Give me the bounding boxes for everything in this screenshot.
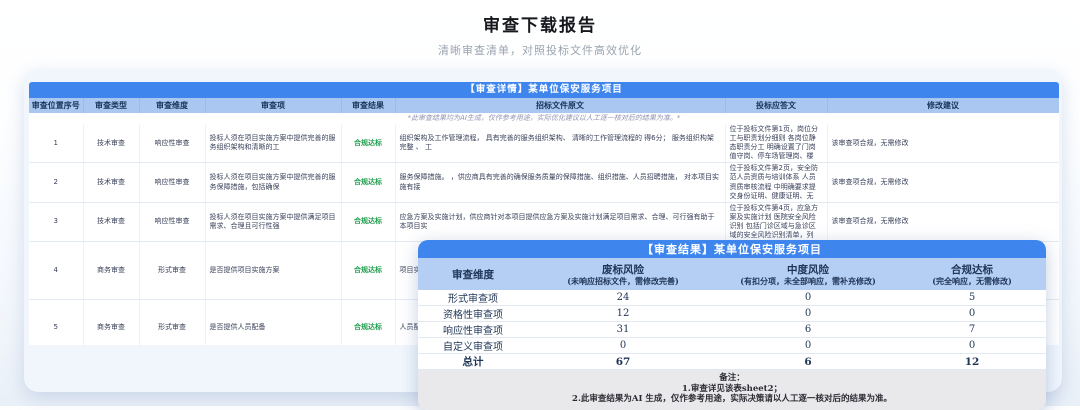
result-row: 资格性审查项 12 0 0 bbox=[418, 305, 1046, 322]
result-notes: 备注： 1.审查详见该表sheet2； 2.此审查结果为AI 生成，仅作参考用途… bbox=[418, 370, 1046, 410]
col-header-mid-risk: 中度风险 (有扣分项，未全部响应，需补充修改) bbox=[718, 258, 898, 290]
col-header-compliant-label: 合规达标 bbox=[951, 263, 993, 276]
cell-mid-risk-count: 6 bbox=[718, 353, 898, 370]
cell-review-type: 商务审查 bbox=[83, 299, 140, 345]
cell-dimension: 资格性审查项 bbox=[418, 305, 528, 322]
cell-review-item: 投标人须在项目实施方案中提供满足项目需求、合理且可行性强 bbox=[205, 202, 342, 243]
cell-review-type: 商务审查 bbox=[83, 241, 140, 300]
cell-bid-response: 位于投标文件第4页，应急方案及实施计划 医院安全风险识别 包括门诊区域与急诊区域… bbox=[725, 202, 828, 243]
cell-dimension: 形式审查项 bbox=[418, 290, 528, 306]
cell-review-result: 合规达标 bbox=[341, 124, 396, 164]
cell-tender-source: 应急方案及实施计划，供应商针对本项目提供应急方案及实施计划满足项目需求、合理、可… bbox=[395, 202, 726, 243]
page-subtitle: 清晰审查清单，对照投标文件高效优化 bbox=[438, 44, 642, 57]
details-table-title: 【审查详情】某单位保安服务项目 bbox=[29, 82, 1059, 98]
col-header-dimension-label: 审查维度 bbox=[452, 268, 494, 281]
col-header-seq: 审查位置序号 bbox=[29, 98, 84, 113]
result-row: 形式审查项 24 0 5 bbox=[418, 290, 1046, 306]
col-header-mid-risk-label: 中度风险 bbox=[787, 263, 829, 276]
cell-bid-response: 位于投标文件第2页，安全防范人员资质与培训体系 人员资质审核流程 中明确要求提交… bbox=[725, 162, 828, 203]
result-note-2: 2.此审查结果为AI 生成，仅作参考用途，实际决策请以人工逐一核对后的结果为准。 bbox=[572, 394, 892, 405]
cell-advice: 该审查项合规，无需修改 bbox=[827, 124, 1059, 164]
cell-compliant-count: 0 bbox=[898, 337, 1046, 354]
cell-review-result: 合规达标 bbox=[341, 162, 396, 203]
cell-tender-source: 服务保障措施。 ，供应商具有完善的确保服务质量的保障措施、组织措施、人员招聘措施… bbox=[395, 162, 726, 203]
col-header-review-item: 审查项 bbox=[205, 98, 342, 113]
cell-review-result: 合规达标 bbox=[341, 299, 396, 345]
ai-disclaimer-text: *此审查结果均为AI生成，仅作参考用途，实际优化建议以人工逐一核对后的结果为准。… bbox=[29, 113, 1059, 124]
result-note-1: 1.审查详见该表sheet2； bbox=[682, 383, 782, 394]
cell-review-item: 投标人须在项目实施方案中提供完善的服务保障措施，包括确保 bbox=[205, 162, 342, 203]
table-row: 3 技术审查 响应性审查 投标人须在项目实施方案中提供满足项目需求、合理且可行性… bbox=[29, 202, 1059, 243]
cell-advice: 该审查项合规，无需修改 bbox=[827, 162, 1059, 203]
cell-bid-response: 位于投标文件第1页，岗位分工与职责划分细则 各岗位静态职责分工 明确设置了门岗值… bbox=[725, 124, 828, 164]
cell-dimension: 自定义审查项 bbox=[418, 337, 528, 354]
col-header-compliant-sub: (完全响应，无需修改) bbox=[932, 275, 1012, 286]
col-header-tender-source: 招标文件原文 bbox=[395, 98, 726, 113]
table-row: 1 技术审查 响应性审查 投标人须在项目实施方案中提供完善的服务组织架构和清晰的… bbox=[29, 124, 1059, 164]
cell-review-result: 合规达标 bbox=[341, 202, 396, 243]
cell-seq: 5 bbox=[29, 299, 84, 345]
cell-review-type: 技术审查 bbox=[83, 162, 140, 203]
col-header-review-type: 审查类型 bbox=[83, 98, 140, 113]
cell-seq: 3 bbox=[29, 202, 84, 243]
cell-fail-risk-count: 24 bbox=[528, 290, 718, 306]
page-header: 审查下载报告 清晰审查清单，对照投标文件高效优化 bbox=[0, 0, 1080, 58]
page-title: 审查下载报告 bbox=[483, 16, 597, 36]
cell-fail-risk-count: 31 bbox=[528, 321, 718, 338]
cell-review-dimension: 响应性审查 bbox=[139, 162, 206, 203]
ai-disclaimer-row: *此审查结果均为AI生成，仅作参考用途，实际优化建议以人工逐一核对后的结果为准。… bbox=[29, 113, 1059, 124]
cell-compliant-count: 0 bbox=[898, 305, 1046, 322]
table-row: 2 技术审查 响应性审查 投标人须在项目实施方案中提供完善的服务保障措施，包括确… bbox=[29, 162, 1059, 203]
cell-review-result: 合规达标 bbox=[341, 241, 396, 300]
col-header-bid-response: 投标应答文 bbox=[725, 98, 828, 113]
cell-dimension: 响应性审查项 bbox=[418, 321, 528, 338]
col-header-fail-risk: 废标风险 (未响应招标文件，需修改完善) bbox=[528, 258, 718, 290]
cell-seq: 4 bbox=[29, 241, 84, 300]
cell-dimension: 总计 bbox=[418, 353, 528, 370]
cell-tender-source: 组织架构及工作管理流程， 具有完善的服务组织架构、 清晰的工作管理流程的 得6分… bbox=[395, 124, 726, 164]
cell-advice: 该审查项合规，无需修改 bbox=[827, 202, 1059, 243]
cell-mid-risk-count: 0 bbox=[718, 305, 898, 322]
col-header-dimension: 审查维度 bbox=[418, 258, 528, 290]
cell-compliant-count: 5 bbox=[898, 290, 1046, 306]
cell-review-type: 技术审查 bbox=[83, 124, 140, 164]
col-header-fail-risk-sub: (未响应招标文件，需修改完善) bbox=[567, 275, 679, 286]
result-row: 总计 67 6 12 bbox=[418, 353, 1046, 370]
cell-fail-risk-count: 67 bbox=[528, 353, 718, 370]
cell-compliant-count: 7 bbox=[898, 321, 1046, 338]
cell-fail-risk-count: 0 bbox=[528, 337, 718, 354]
cell-seq: 1 bbox=[29, 124, 84, 164]
col-header-mid-risk-sub: (有扣分项，未全部响应，需补充修改) bbox=[740, 275, 876, 286]
cell-review-dimension: 响应性审查 bbox=[139, 124, 206, 164]
result-header-row: 审查维度 废标风险 (未响应招标文件，需修改完善) 中度风险 (有扣分项，未全部… bbox=[418, 258, 1046, 290]
details-header-row: 审查位置序号 审查类型 审查维度 审查项 审查结果 招标文件原文 投标应答文 修… bbox=[29, 98, 1059, 113]
cell-review-item: 是否提供人员配备 bbox=[205, 299, 342, 345]
col-header-review-dimension: 审查维度 bbox=[139, 98, 206, 113]
col-header-fail-risk-label: 废标风险 bbox=[602, 263, 644, 276]
result-row: 响应性审查项 31 6 7 bbox=[418, 321, 1046, 338]
col-header-compliant: 合规达标 (完全响应，无需修改) bbox=[898, 258, 1046, 290]
cell-review-dimension: 响应性审查 bbox=[139, 202, 206, 243]
col-header-review-result: 审查结果 bbox=[341, 98, 396, 113]
cell-review-type: 技术审查 bbox=[83, 202, 140, 243]
cell-seq: 2 bbox=[29, 162, 84, 203]
cell-mid-risk-count: 0 bbox=[718, 290, 898, 306]
col-header-advice: 修改建议 bbox=[827, 98, 1059, 113]
cell-mid-risk-count: 0 bbox=[718, 337, 898, 354]
cell-fail-risk-count: 12 bbox=[528, 305, 718, 322]
cell-mid-risk-count: 6 bbox=[718, 321, 898, 338]
cell-review-item: 是否提供项目实施方案 bbox=[205, 241, 342, 300]
result-summary-card: 【审查结果】某单位保安服务项目 审查维度 废标风险 (未响应招标文件，需修改完善… bbox=[418, 240, 1046, 410]
result-note-label: 备注： bbox=[719, 373, 745, 383]
result-row: 自定义审查项 0 0 0 bbox=[418, 337, 1046, 354]
cell-review-dimension: 形式审查 bbox=[139, 241, 206, 300]
cell-review-item: 投标人须在项目实施方案中提供完善的服务组织架构和清晰的工 bbox=[205, 124, 342, 164]
cell-review-dimension: 形式审查 bbox=[139, 299, 206, 345]
result-summary-title: 【审查结果】某单位保安服务项目 bbox=[418, 240, 1046, 258]
cell-compliant-count: 12 bbox=[898, 353, 1046, 370]
